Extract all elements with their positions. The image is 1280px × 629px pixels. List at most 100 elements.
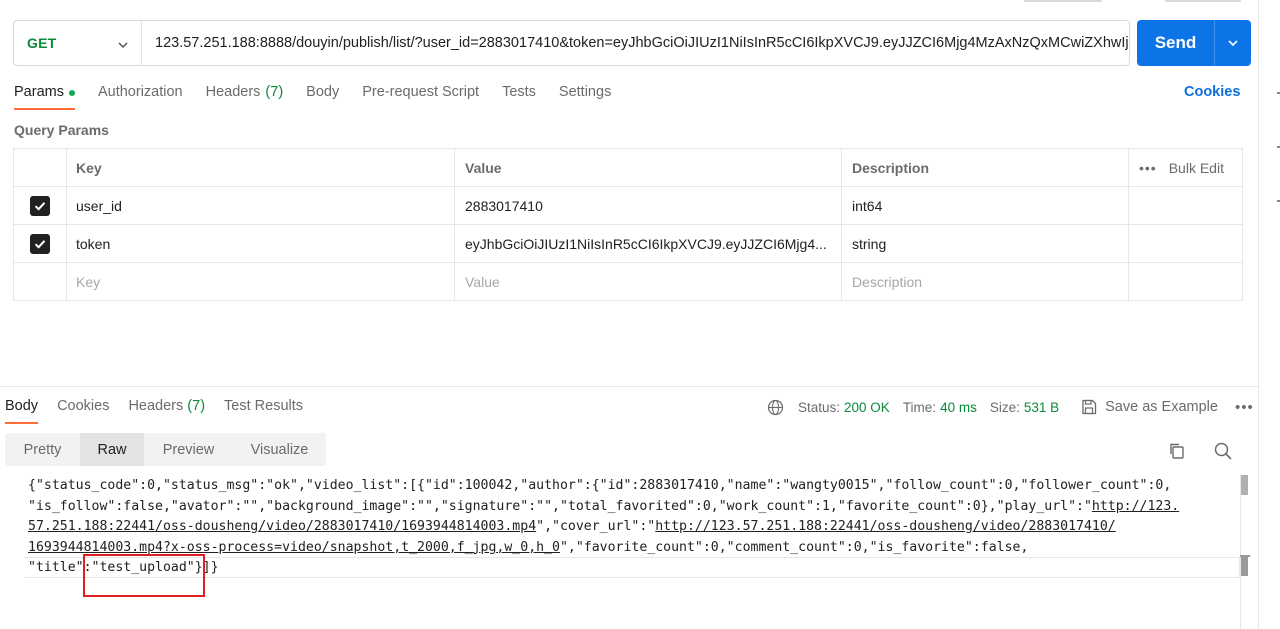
status-label: Status:	[798, 399, 841, 415]
save-as-example-button[interactable]: Save as Example	[1080, 398, 1218, 416]
table-row: user_id 2883017410 int64	[14, 187, 1242, 225]
param-key[interactable]: user_id	[67, 187, 455, 224]
json-text: ","favorite_count":0,"comment_count":0,"…	[559, 539, 1029, 555]
row-trailing-cell	[1129, 225, 1242, 262]
method-label: GET	[27, 35, 57, 51]
tab-headers[interactable]: Headers (7)	[206, 84, 284, 110]
table-header-row: Key Value Description ••• Bulk Edit	[14, 149, 1242, 187]
url-link[interactable]: http://123.	[1092, 499, 1179, 514]
send-button-label: Send	[1154, 33, 1197, 52]
chevron-down-icon	[117, 38, 129, 54]
top-toolbar-edge	[1024, 0, 1102, 2]
headers-count: (7)	[265, 84, 284, 100]
row-trailing-cell	[1129, 187, 1242, 224]
json-text: "is_follow":false,"avator":"","backgroun…	[28, 498, 1092, 514]
response-tabs: Body Cookies Headers (7) Test Results	[5, 398, 322, 424]
copy-icon[interactable]	[1167, 441, 1187, 464]
view-visualize[interactable]: Visualize	[233, 433, 326, 466]
globe-icon[interactable]	[767, 399, 784, 416]
right-side-panel-edge	[1258, 0, 1280, 629]
row-checkbox-cell	[14, 187, 67, 224]
tab-settings[interactable]: Settings	[559, 84, 611, 110]
tab-authorization[interactable]: Authorization	[98, 84, 183, 110]
tab-test-results[interactable]: Test Results	[224, 398, 303, 424]
headers-count: (7)	[187, 398, 206, 414]
tab-label: Headers	[205, 84, 261, 100]
search-icon[interactable]	[1213, 441, 1233, 464]
params-active-dot	[68, 90, 75, 96]
tab-params[interactable]: Params	[14, 84, 75, 110]
row-checkbox-cell	[14, 263, 67, 300]
tab-label: Test Results	[224, 398, 304, 414]
new-description-input[interactable]: Description	[842, 263, 1129, 300]
url-input[interactable]: 123.57.251.188:8888/douyin/publish/list/…	[142, 35, 1129, 51]
scrollbar-marker	[1241, 556, 1248, 576]
param-description[interactable]: string	[842, 225, 1129, 262]
tab-label: Tests	[502, 84, 536, 100]
tab-response-body[interactable]: Body	[5, 398, 39, 424]
tab-tests[interactable]: Tests	[502, 84, 536, 110]
time-label: Time:	[902, 399, 937, 415]
response-body-line: "is_follow":false,"avator":"","backgroun…	[28, 497, 1228, 518]
tab-response-headers[interactable]: Headers (7)	[128, 398, 205, 424]
tab-label: Pre-request Script	[362, 84, 480, 100]
header-checkbox-cell	[14, 149, 67, 186]
json-text: ","cover_url":"	[536, 519, 656, 535]
response-body-line: 57.251.188:22441/oss-dousheng/video/2883…	[28, 517, 1228, 538]
method-select[interactable]: GET	[14, 21, 142, 65]
row-checkbox[interactable]	[30, 195, 50, 216]
checkmark-icon	[34, 239, 46, 249]
column-header-description: Description	[842, 149, 1129, 186]
tab-body[interactable]: Body	[306, 84, 339, 110]
response-divider[interactable]	[0, 386, 1258, 387]
response-scrollbar[interactable]	[1240, 474, 1250, 629]
column-header-value: Value	[455, 149, 842, 186]
json-text: {"status_code":0,"status_msg":"ok","vide…	[28, 478, 1172, 493]
tab-label: Body	[306, 84, 340, 100]
url-link[interactable]: http://123.57.251.188:22441/oss-dousheng…	[655, 519, 1116, 534]
param-key[interactable]: token	[67, 225, 455, 262]
new-key-input[interactable]: Key	[67, 263, 455, 300]
save-icon	[1082, 399, 1097, 415]
more-options-icon[interactable]: •••	[1139, 160, 1157, 176]
response-body-raw[interactable]: {"status_code":0,"status_msg":"ok","vide…	[28, 476, 1228, 579]
annotation-highlight-box	[83, 554, 205, 597]
chevron-down-icon[interactable]	[1215, 37, 1251, 49]
tab-label: Body	[5, 398, 39, 414]
view-pretty[interactable]: Pretty	[5, 433, 80, 466]
view-preview[interactable]: Preview	[144, 433, 233, 466]
bulk-edit-button[interactable]: Bulk Edit	[1169, 160, 1224, 176]
save-as-example-label: Save as Example	[1105, 399, 1218, 415]
param-value[interactable]: 2883017410	[455, 187, 842, 224]
cookies-link[interactable]: Cookies	[1184, 84, 1240, 100]
row-checkbox[interactable]	[30, 233, 50, 254]
tab-label: Params	[14, 84, 64, 100]
response-meta: Status: 200 OK Time: 40 ms Size: 531 B Save…	[767, 398, 1254, 416]
scrollbar-thumb[interactable]	[1241, 475, 1248, 495]
response-body-line: 1693944814003.mp4?x-oss-process=video/sn…	[28, 538, 1228, 559]
size-label: Size:	[989, 399, 1020, 415]
url-link[interactable]: 57.251.188:22441/oss-dousheng/video/2883…	[28, 519, 536, 534]
column-header-key: Key	[67, 149, 455, 186]
response-body-line: {"status_code":0,"status_msg":"ok","vide…	[28, 476, 1228, 497]
new-value-input[interactable]: Value	[455, 263, 842, 300]
tab-pre-request-script[interactable]: Pre-request Script	[362, 84, 479, 110]
tab-response-cookies[interactable]: Cookies	[57, 398, 109, 424]
response-body-line: "title":"test_upload"}]}	[28, 558, 1228, 579]
param-description[interactable]: int64	[842, 187, 1129, 224]
send-button[interactable]: Send	[1137, 20, 1251, 66]
tab-label: Headers	[128, 398, 184, 414]
url-link[interactable]: 1693944814003.mp4?x-oss-process=video/sn…	[28, 540, 560, 555]
checkmark-icon	[34, 201, 46, 211]
tab-label: Cookies	[57, 398, 110, 414]
table-row-empty: Key Value Description	[14, 263, 1242, 300]
more-options-icon[interactable]: •••	[1235, 399, 1254, 416]
row-checkbox-cell	[14, 225, 67, 262]
tab-label: Authorization	[97, 84, 183, 100]
top-toolbar-edge	[1165, 0, 1241, 2]
response-view-tabs: Pretty Raw Preview Visualize	[5, 433, 326, 466]
status-value: 200 OK	[844, 399, 890, 415]
param-value[interactable]: eyJhbGciOiJIUzI1NiIsInR5cCI6IkpXVCJ9.eyJ…	[455, 225, 842, 262]
request-tabs: Params Authorization Headers (7) Body Pre…	[14, 84, 634, 110]
view-raw[interactable]: Raw	[80, 433, 144, 466]
